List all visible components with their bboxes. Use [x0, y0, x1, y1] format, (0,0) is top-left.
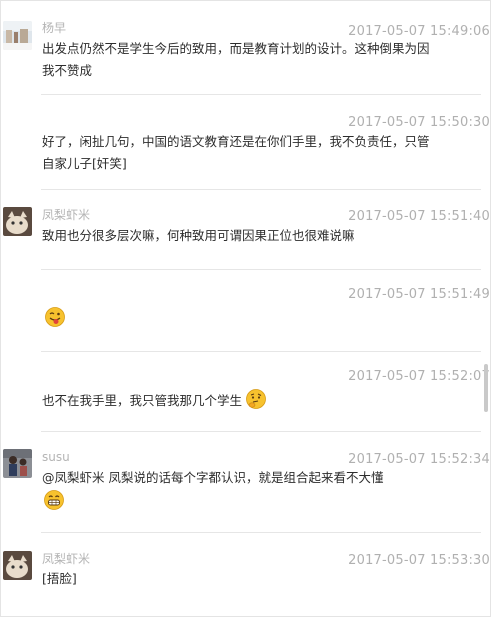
message-timestamp: 2017-05-07 15:51:40	[348, 209, 490, 224]
message-divider	[41, 94, 481, 95]
message-divider	[41, 269, 481, 270]
sender-name: susu	[42, 450, 70, 464]
message-text: 出发点仍然不是学生今后的致用，而是教育计划的设计。这种倒果为因我不赞成	[42, 41, 430, 78]
tongue-wink-emoji	[45, 307, 65, 327]
message-timestamp: 2017-05-07 15:52:07	[348, 369, 490, 384]
grin-emoji	[44, 490, 64, 510]
message-text: 好了，闲扯几句，中国的语文教育还是在你们手里，我不负责任，只管自家儿子[奸笑]	[42, 134, 430, 171]
message-divider	[41, 532, 481, 533]
message-text: [捂脸]	[42, 571, 77, 586]
avatar-yangzao[interactable]	[3, 21, 32, 50]
scrollbar-thumb[interactable]	[484, 364, 488, 412]
message-timestamp: 2017-05-07 15:53:30	[348, 553, 490, 568]
message-timestamp: 2017-05-07 15:49:06	[348, 24, 490, 39]
message-divider	[41, 431, 481, 432]
message-timestamp: 2017-05-07 15:52:34	[348, 452, 490, 467]
message-divider	[41, 189, 481, 190]
message-text: 也不在我手里，我只管我那几个学生	[42, 393, 243, 408]
thinking-emoji	[246, 389, 266, 409]
message-divider	[41, 351, 481, 352]
message-text: @凤梨虾米 凤梨说的话每个字都认识，就是组合起来看不大懂	[42, 470, 384, 485]
avatar-fengli-xiami[interactable]	[3, 207, 32, 236]
avatar-susu[interactable]	[3, 449, 32, 478]
sender-name: 凤梨虾米	[42, 552, 91, 566]
message-text: 致用也分很多层次嘛，何种致用可谓因果正位也很难说嘛	[42, 228, 355, 243]
sender-name: 杨早	[42, 21, 67, 35]
message-timestamp: 2017-05-07 15:51:49	[348, 287, 490, 302]
message-timestamp: 2017-05-07 15:50:30	[348, 115, 490, 130]
chat-history-panel: 杨早 2017-05-07 15:49:06 出发点仍然不是学生今后的致用，而是…	[0, 0, 491, 617]
avatar-fengli-xiami[interactable]	[3, 551, 32, 580]
sender-name: 凤梨虾米	[42, 208, 91, 222]
message-text-row: 也不在我手里，我只管我那几个学生	[42, 389, 432, 412]
